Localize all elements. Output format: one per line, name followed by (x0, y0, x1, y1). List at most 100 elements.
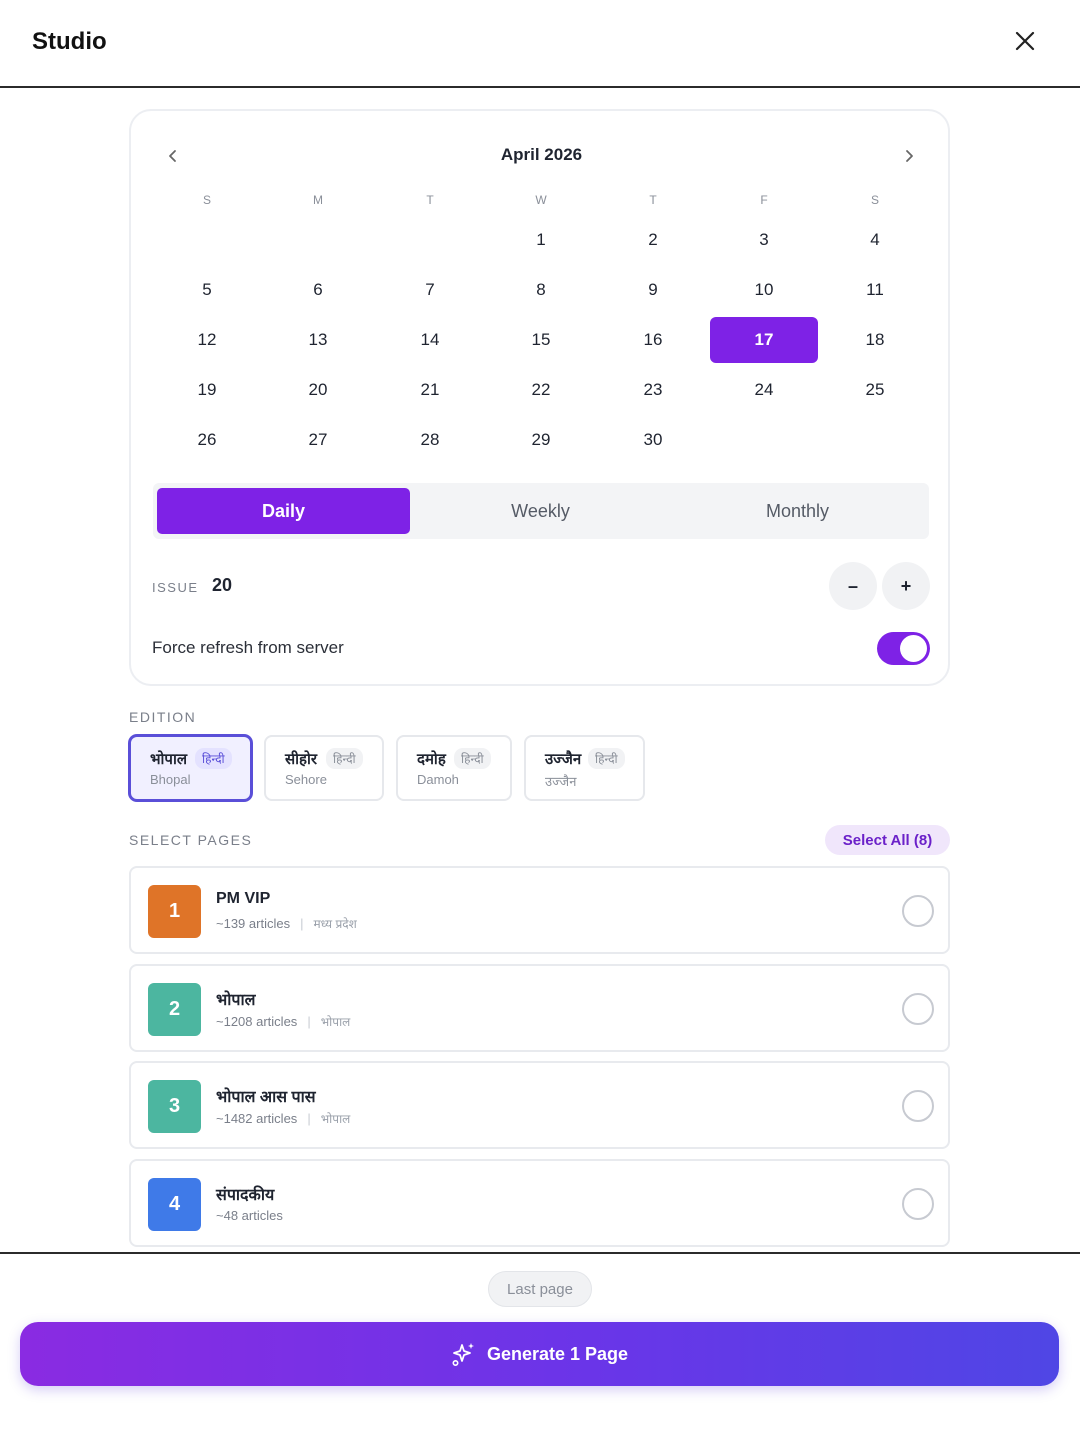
edition-language-tag: हिन्दी (454, 748, 491, 769)
edition-language-tag: हिन्दी (326, 748, 363, 769)
chevron-right-icon (906, 150, 913, 162)
article-count: ~139 articles (216, 916, 291, 931)
calendar-day[interactable]: 19 (153, 367, 261, 413)
calendar-day[interactable]: 1 (487, 217, 595, 263)
calendar-day[interactable]: 6 (264, 267, 372, 313)
daily-tab[interactable]: Daily (157, 488, 410, 534)
footer: Last page Generate 1 Page (0, 1252, 1080, 1438)
force-refresh-label: Force refresh from server (152, 638, 344, 657)
calendar-day[interactable]: 11 (821, 267, 929, 313)
issue-decrement-button[interactable]: – (829, 562, 877, 610)
select-all-button[interactable]: Select All (8) (825, 825, 950, 855)
calendar-day[interactable]: 9 (599, 267, 707, 313)
calendar-day[interactable]: 3 (710, 217, 818, 263)
meta-separator: | (307, 1111, 311, 1126)
edition-subtitle: Damoh (417, 772, 459, 787)
page-region: भोपाल (320, 1112, 351, 1126)
weekday-label: M (313, 193, 323, 207)
weekday-label: S (870, 193, 879, 207)
calendar-day[interactable]: 22 (487, 367, 595, 413)
calendar-day[interactable]: 18 (821, 317, 929, 363)
issue-value: 20 (212, 575, 233, 595)
calendar-day[interactable]: 2 (599, 217, 707, 263)
weekday-label: T (649, 193, 657, 207)
issue-increment-button[interactable]: + (882, 562, 930, 610)
close-icon (1015, 31, 1035, 51)
weekday-label: T (426, 193, 434, 207)
edition-chip-sehore[interactable]: सीहोर हिन्दी Sehore (264, 735, 384, 801)
sparkles-icon (451, 1341, 477, 1367)
edition-chip-damoh[interactable]: दमोह हिन्दी Damoh (396, 735, 512, 801)
page-meta: ~1208 articles | भोपाल (216, 1013, 350, 1030)
article-count: ~1208 articles (216, 1014, 298, 1029)
page-region: मध्य प्रदेश (313, 917, 357, 931)
calendar-day[interactable]: 26 (153, 417, 261, 463)
calendar-day[interactable]: 29 (487, 417, 595, 463)
monthly-tab[interactable]: Monthly (671, 488, 924, 534)
page-meta: ~48 articles (216, 1208, 283, 1223)
edition-label: EDITION (129, 709, 197, 725)
page-meta: ~1482 articles | भोपाल (216, 1110, 350, 1127)
page-row[interactable]: 3 भोपाल आस पास ~1482 articles | भोपाल (129, 1061, 950, 1149)
page-select-radio[interactable] (902, 895, 934, 927)
article-count: ~48 articles (216, 1208, 283, 1223)
page-select-radio[interactable] (902, 1090, 934, 1122)
page-title: भोपाल आस पास (216, 1089, 316, 1106)
edition-name: दमोह (417, 751, 446, 768)
page-select-radio[interactable] (902, 1188, 934, 1220)
calendar-day[interactable]: 27 (264, 417, 372, 463)
article-count: ~1482 articles (216, 1111, 298, 1126)
page-title: भोपाल (216, 992, 256, 1009)
page-number-badge: 4 (148, 1178, 201, 1231)
calendar-day[interactable]: 24 (710, 367, 818, 413)
page-row[interactable]: 1 PM VIP ~139 articles | मध्य प्रदेश (129, 866, 950, 954)
edition-language-tag: हिन्दी (195, 748, 232, 769)
force-refresh-toggle[interactable] (877, 632, 930, 665)
calendar-day[interactable]: 8 (487, 267, 595, 313)
calendar-day[interactable]: 10 (710, 267, 818, 313)
page-title: संपादकीय (216, 1187, 275, 1204)
weekday-label: W (535, 193, 547, 207)
calendar-day[interactable]: 23 (599, 367, 707, 413)
frequency-segmented-control: Daily Weekly Monthly (153, 483, 929, 539)
next-month-button[interactable] (894, 141, 924, 171)
edition-subtitle: Bhopal (150, 772, 191, 787)
generate-label: Generate 1 Page (486, 1343, 629, 1364)
edition-language-tag: हिन्दी (588, 748, 625, 769)
calendar-day[interactable]: 20 (264, 367, 372, 413)
calendar-day[interactable]: 16 (599, 317, 707, 363)
edition-name: भोपाल (150, 751, 188, 768)
page-number-badge: 3 (148, 1080, 201, 1133)
calendar-day[interactable]: 13 (264, 317, 372, 363)
last-page-button[interactable]: Last page (488, 1271, 592, 1307)
page-select-radio[interactable] (902, 993, 934, 1025)
page-title: PM VIP (216, 890, 271, 907)
calendar-day[interactable]: 14 (376, 317, 484, 363)
weekly-tab[interactable]: Weekly (414, 488, 667, 534)
page-number-badge: 1 (148, 885, 201, 938)
edition-subtitle: Sehore (285, 772, 327, 787)
calendar-day[interactable]: 30 (599, 417, 707, 463)
calendar-day[interactable]: 5 (153, 267, 261, 313)
meta-separator: | (307, 1014, 311, 1029)
calendar-card: April 2026 S M T W T F S 1 2 3 4 5 6 7 8 9 10 11 12… (129, 109, 950, 686)
month-label: April 2026 (500, 145, 583, 164)
calendar-day[interactable]: 25 (821, 367, 929, 413)
page-meta: ~139 articles | मध्य प्रदेश (216, 915, 357, 932)
calendar-day-selected[interactable]: 17 (710, 317, 818, 363)
edition-chip-ujjain[interactable]: उज्जैन हिन्दी उज्जैन (524, 735, 645, 801)
calendar-day[interactable]: 15 (487, 317, 595, 363)
generate-button[interactable]: Generate 1 Page (20, 1322, 1059, 1386)
page-row[interactable]: 2 भोपाल ~1208 articles | भोपाल (129, 964, 950, 1052)
edition-name: उज्जैन (545, 751, 582, 768)
close-button[interactable] (1008, 24, 1042, 58)
calendar-day[interactable]: 28 (376, 417, 484, 463)
edition-chip-bhopal[interactable]: भोपाल हिन्दी Bhopal (129, 735, 252, 801)
header: Studio (0, 0, 1080, 88)
issue-label: ISSUE (152, 580, 199, 595)
calendar-day[interactable]: 7 (376, 267, 484, 313)
page-row[interactable]: 4 संपादकीय ~48 articles (129, 1159, 950, 1247)
calendar-day[interactable]: 4 (821, 217, 929, 263)
calendar-day[interactable]: 21 (376, 367, 484, 413)
calendar-day[interactable]: 12 (153, 317, 261, 363)
